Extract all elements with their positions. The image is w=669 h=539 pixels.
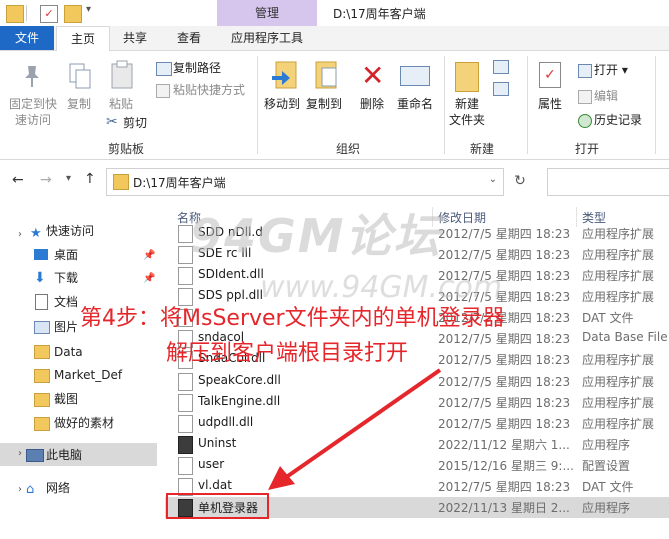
instruction-arrow xyxy=(268,368,442,490)
highlight-box xyxy=(166,493,269,519)
